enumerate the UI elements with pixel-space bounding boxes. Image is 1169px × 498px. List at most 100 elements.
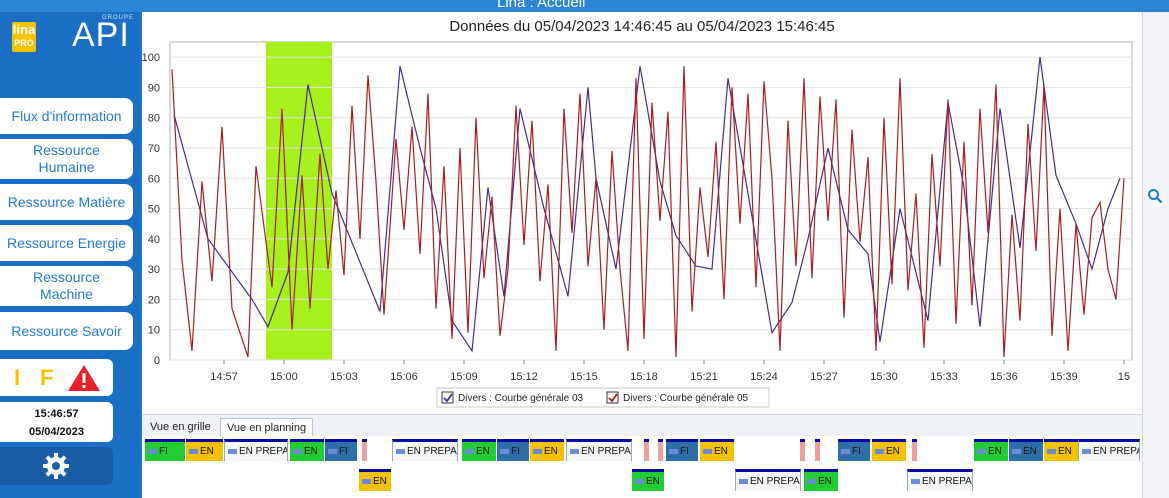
row2-task-block[interactable]: EN PREPA — [907, 469, 973, 491]
x-tick-label: 15:24 — [750, 371, 778, 383]
task-status-label: FI — [339, 446, 348, 457]
gear-icon — [43, 453, 69, 479]
line-chart[interactable]: 0 10 20 30 40 50 60 70 80 90 100 14:57 15:00 15:03 15:… — [142, 12, 1142, 414]
settings-button[interactable] — [0, 447, 113, 485]
task-icon — [977, 449, 986, 454]
row1-task-block[interactable]: EN PREPA — [224, 439, 288, 461]
task-status-label: EN — [200, 446, 214, 457]
clock-panel: 15:46:57 05/04/2023 — [0, 402, 113, 442]
x-tick-label: 15:03 — [330, 371, 358, 383]
task-status-label: EN — [646, 476, 660, 487]
row1-task-block[interactable]: FI — [666, 439, 698, 461]
row1-task-block[interactable]: EN PREPA — [566, 439, 632, 461]
sidebar-item-ressource-humaine[interactable]: Ressource Humaine — [0, 139, 133, 179]
row2-task-block[interactable]: EN — [359, 469, 391, 491]
row1-task-block[interactable]: FI — [838, 439, 870, 461]
y-tick-label: 0 — [154, 355, 160, 367]
x-tick-label: 15:33 — [930, 371, 958, 383]
row1-task-block[interactable]: EN — [1009, 439, 1043, 461]
sidebar-item-label: Ressource Humaine — [33, 142, 100, 175]
row1-task-block[interactable]: EN — [290, 439, 324, 461]
row1-task-block[interactable]: EN — [530, 439, 564, 461]
sidebar: lina PRO GROUPE API Flux d'information R… — [0, 12, 140, 498]
y-tick-label: 60 — [148, 173, 160, 185]
y-tick-label: 30 — [148, 264, 160, 276]
row1-task-block[interactable]: EN — [700, 439, 734, 461]
tab-vue-planning[interactable]: Vue en planning — [220, 418, 314, 437]
x-tick-label: 15:27 — [810, 371, 838, 383]
highlight-band — [266, 42, 332, 360]
sidebar-item-label: Ressource Matière — [7, 193, 126, 210]
task-marker[interactable] — [912, 439, 917, 461]
sidebar-item-flux-information[interactable]: Flux d'information — [0, 98, 133, 134]
view-tabs: Vue en grille Vue en planning — [142, 414, 1142, 437]
task-icon — [703, 449, 712, 454]
row1-task-block[interactable]: EN — [872, 439, 906, 461]
task-marker[interactable] — [815, 439, 820, 461]
task-icon — [362, 479, 371, 484]
sidebar-item-label: Ressource Savoir — [11, 322, 122, 339]
row1-task-block[interactable]: EN — [186, 439, 223, 461]
row1-task-block[interactable]: FI — [325, 439, 357, 461]
task-marker[interactable] — [644, 439, 649, 461]
legend-label: Divers : Courbe générale 05 — [623, 393, 749, 404]
y-tick-label: 50 — [148, 204, 160, 216]
task-status-label: EN — [988, 446, 1002, 457]
clock-date: 05/04/2023 — [28, 426, 85, 438]
task-marker[interactable] — [800, 439, 805, 461]
chart-panel: Données du 05/04/2023 14:46:45 au 05/04/… — [142, 12, 1142, 414]
y-tick-label: 40 — [148, 234, 160, 246]
task-icon — [533, 449, 542, 454]
x-tick-label: 15:06 — [390, 371, 418, 383]
alert-f-indicator[interactable]: F — [40, 365, 53, 391]
alert-panel[interactable]: I F — [0, 359, 113, 396]
sidebar-item-label: Flux d'information — [11, 107, 122, 124]
y-tick-label: 70 — [148, 143, 160, 155]
x-tick-label: 15 — [1118, 371, 1130, 383]
sidebar-item-ressource-savoir[interactable]: Ressource Savoir — [0, 312, 133, 350]
task-status-label: EN — [714, 446, 728, 457]
row1-task-block[interactable]: FI — [497, 439, 529, 461]
x-tick-label: 15:00 — [270, 371, 298, 383]
task-status-label: EN — [886, 446, 900, 457]
y-tick-label: 10 — [148, 325, 160, 337]
alert-i-indicator[interactable]: I — [14, 365, 20, 391]
lina-logo-text: lina — [12, 22, 36, 37]
sidebar-item-ressource-matiere[interactable]: Ressource Matière — [0, 184, 133, 220]
row1-task-block[interactable]: EN — [462, 439, 496, 461]
row1-task-block[interactable]: FI — [145, 439, 185, 461]
sidebar-item-ressource-energie[interactable]: Ressource Energie — [0, 225, 133, 261]
row1-task-block[interactable]: EN PREPA — [392, 439, 458, 461]
x-tick-label: 15:18 — [630, 371, 658, 383]
task-status-label: EN — [1058, 446, 1072, 457]
x-tick-label: 15:09 — [450, 371, 478, 383]
task-status-label: EN PREPA — [1093, 446, 1140, 457]
row1-task-block[interactable]: EN PREPA — [1078, 439, 1140, 461]
window-title: Lina : Accueil — [497, 0, 586, 11]
task-status-label: EN PREPA — [922, 476, 972, 487]
lina-logo-pro: PRO — [14, 38, 34, 48]
x-tick-label: 15:30 — [870, 371, 898, 383]
task-icon — [570, 449, 579, 454]
row2-task-block[interactable]: EN — [804, 469, 838, 491]
task-marker[interactable] — [658, 439, 663, 461]
search-icon[interactable] — [1147, 188, 1163, 204]
warning-icon[interactable] — [66, 363, 102, 393]
tab-vue-grille[interactable]: Vue en grille — [144, 418, 217, 436]
task-marker[interactable] — [362, 439, 367, 461]
task-status-label: EN — [1023, 446, 1037, 457]
row2-task-block[interactable]: EN — [632, 469, 664, 491]
task-status-label: FI — [159, 446, 168, 457]
x-tick-label: 15:36 — [990, 371, 1018, 383]
row1-task-block[interactable]: EN — [974, 439, 1008, 461]
task-icon — [148, 449, 157, 454]
row1-task-block[interactable]: EN — [1044, 439, 1078, 461]
task-icon — [228, 449, 237, 454]
row2-task-block[interactable]: EN PREPA — [735, 469, 801, 491]
task-status-label: EN PREPA — [239, 446, 288, 457]
sidebar-item-ressource-machine[interactable]: Ressource Machine — [0, 266, 133, 306]
api-logo: API — [72, 16, 130, 54]
task-icon — [911, 479, 920, 484]
y-tick-label: 20 — [148, 294, 160, 306]
task-icon — [1082, 449, 1091, 454]
